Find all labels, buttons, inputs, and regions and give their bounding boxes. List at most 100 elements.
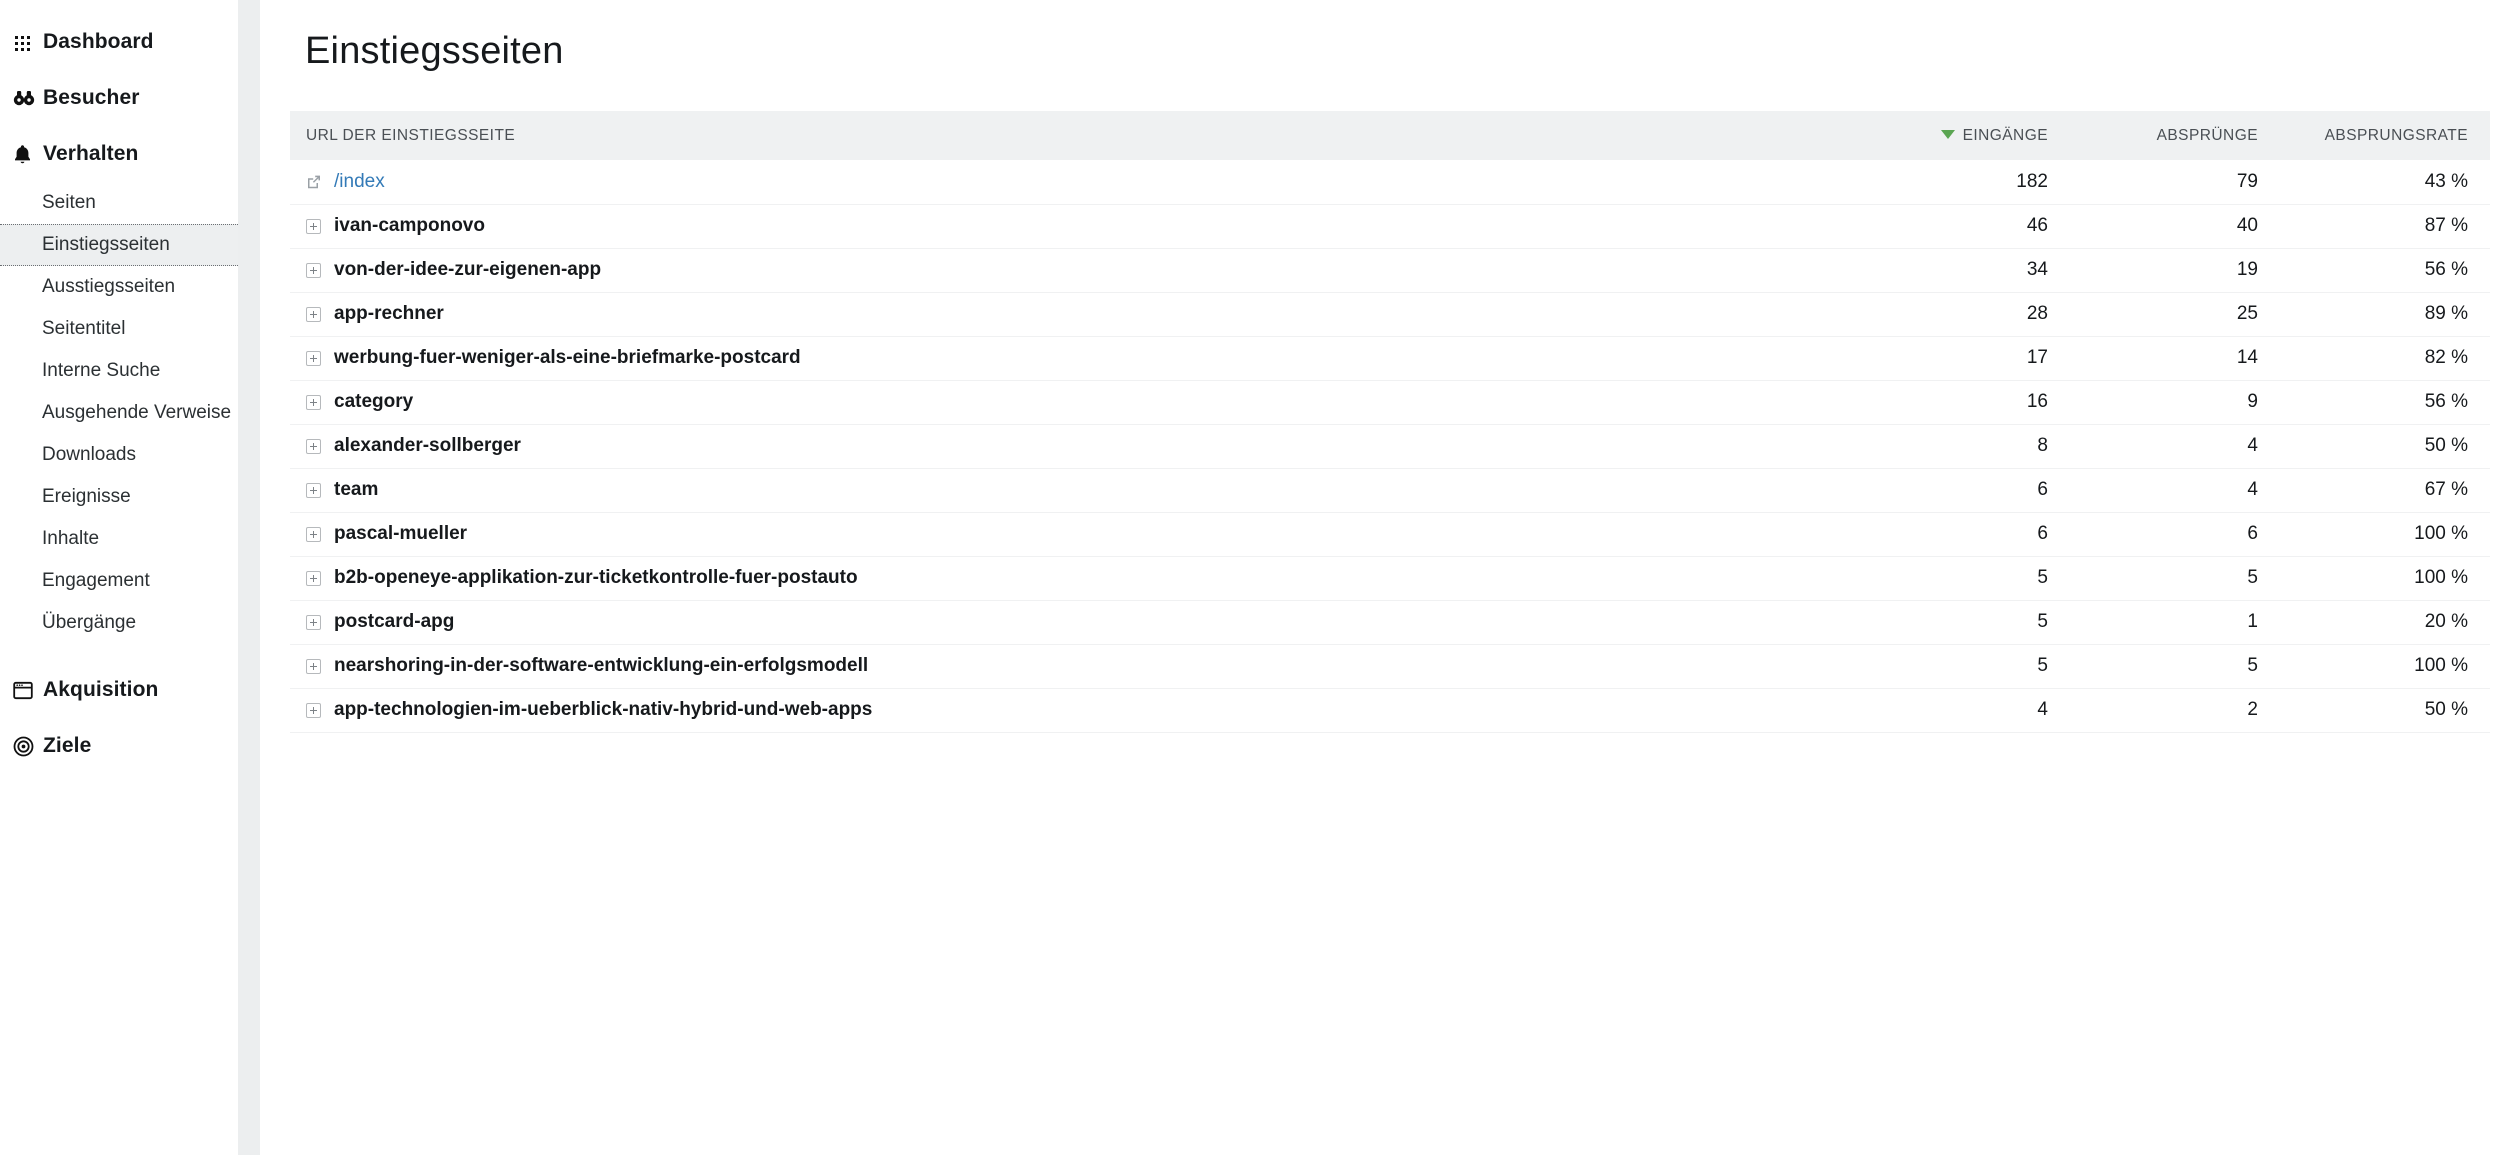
sidebar-item-interne-suche[interactable]: Interne Suche xyxy=(0,350,238,392)
sidebar-item-akquisition[interactable]: Akquisition xyxy=(0,662,238,718)
cell-bounce-rate: 56 % xyxy=(2424,259,2468,280)
sidebar-item-engagement[interactable]: Engagement xyxy=(0,560,238,602)
grid-icon xyxy=(13,33,43,52)
sidebar-item-berg-nge[interactable]: Übergänge xyxy=(0,602,238,644)
sidebar-item-seitentitel[interactable]: Seitentitel xyxy=(0,308,238,350)
cell-bounce-rate: 50 % xyxy=(2424,699,2468,720)
sidebar-item-label: Ausgehende Verweise xyxy=(42,402,232,423)
table-row[interactable]: ivan-camponovo 46 40 87 % xyxy=(290,204,2490,248)
expand-plus-icon[interactable] xyxy=(306,306,321,322)
row-url-link[interactable]: /index xyxy=(334,171,385,193)
expand-plus-icon[interactable] xyxy=(306,526,321,542)
expand-plus-icon[interactable] xyxy=(306,702,321,718)
cell-bounce-rate: 67 % xyxy=(2424,479,2468,500)
sidebar-item-ausstiegsseiten[interactable]: Ausstiegsseiten xyxy=(0,266,238,308)
cell-entries: 34 xyxy=(2026,259,2048,280)
sidebar-item-downloads[interactable]: Downloads xyxy=(0,434,238,476)
table-row[interactable]: nearshoring-in-der-software-entwicklung-… xyxy=(290,644,2490,688)
sidebar-item-label: Ereignisse xyxy=(42,486,131,507)
row-url-label: team xyxy=(334,479,379,500)
table-row[interactable]: category 16 9 56 % xyxy=(290,380,2490,424)
cell-bounce-rate: 87 % xyxy=(2424,215,2468,236)
main-content: Einstiegsseiten URL DER EINSTIEGSSEITE E… xyxy=(260,0,2503,1155)
sidebar-item-inhalte[interactable]: Inhalte xyxy=(0,518,238,560)
cell-entries: 6 xyxy=(2037,523,2048,544)
column-header-bounce-rate[interactable]: ABSPRUNGSRATE xyxy=(2280,111,2490,160)
table-row[interactable]: team 6 4 67 % xyxy=(290,468,2490,512)
sidebar-item-label: Besucher xyxy=(43,86,140,109)
cell-url: werbung-fuer-weniger-als-eine-briefmarke… xyxy=(290,336,1840,380)
sidebar-item-besucher[interactable]: Besucher xyxy=(0,70,238,126)
column-header-url-label: URL DER EINSTIEGSSEITE xyxy=(306,126,516,144)
expand-plus-icon[interactable] xyxy=(306,614,321,630)
cell-entries: 6 xyxy=(2037,479,2048,500)
cell-bounces: 19 xyxy=(2236,259,2258,280)
table-row[interactable]: b2b-openeye-applikation-zur-ticketkontro… xyxy=(290,556,2490,600)
cell-bounces: 4 xyxy=(2247,479,2258,500)
cell-bounces: 4 xyxy=(2247,435,2258,456)
table-row[interactable]: app-rechner 28 25 89 % xyxy=(290,292,2490,336)
row-url-label: nearshoring-in-der-software-entwicklung-… xyxy=(334,655,869,676)
sidebar-item-ausgehende-verweise[interactable]: Ausgehende Verweise xyxy=(0,392,238,434)
sidebar-item-verhalten[interactable]: Verhalten xyxy=(0,126,238,182)
cell-bounce-rate: 20 % xyxy=(2424,611,2468,632)
expand-plus-icon[interactable] xyxy=(306,438,321,454)
sidebar-item-seiten[interactable]: Seiten xyxy=(0,182,238,224)
sidebar-item-einstiegsseiten[interactable]: Einstiegsseiten xyxy=(0,224,238,266)
url-cell-content: ivan-camponovo xyxy=(306,215,1840,237)
cell-bounce-rate: 82 % xyxy=(2424,347,2468,368)
url-cell-content: von-der-idee-zur-eigenen-app xyxy=(306,259,1840,281)
sidebar-item-label: Engagement xyxy=(42,570,150,591)
table-row[interactable]: app-technologien-im-ueberblick-nativ-hyb… xyxy=(290,688,2490,732)
sidebar-item-label: Akquisition xyxy=(43,678,159,701)
row-url-label: ivan-camponovo xyxy=(334,215,485,236)
expand-plus-icon[interactable] xyxy=(306,218,321,234)
window-icon xyxy=(13,681,43,700)
table-row[interactable]: von-der-idee-zur-eigenen-app 34 19 56 % xyxy=(290,248,2490,292)
column-header-url[interactable]: URL DER EINSTIEGSSEITE xyxy=(290,111,1840,160)
url-cell-content: category xyxy=(306,391,1840,413)
sidebar-item-label: Seitentitel xyxy=(42,318,126,339)
sidebar-item-label: Ziele xyxy=(43,734,92,757)
expand-plus-icon[interactable] xyxy=(306,262,321,278)
cell-url: category xyxy=(290,380,1840,424)
external-link-icon[interactable] xyxy=(306,174,322,190)
page-title: Einstiegsseiten xyxy=(305,30,564,72)
column-header-bounces[interactable]: ABSPRÜNGE xyxy=(2070,111,2280,160)
sidebar-item-ereignisse[interactable]: Ereignisse xyxy=(0,476,238,518)
column-header-entries[interactable]: EINGÄNGE xyxy=(1840,111,2070,160)
expand-plus-icon[interactable] xyxy=(306,570,321,586)
url-cell-content: app-rechner xyxy=(306,303,1840,325)
cell-bounces: 25 xyxy=(2236,303,2258,324)
expand-plus-icon[interactable] xyxy=(306,394,321,410)
cell-entries: 182 xyxy=(2016,170,2048,192)
url-cell-content: nearshoring-in-der-software-entwicklung-… xyxy=(306,655,1840,677)
sidebar-item-dashboard[interactable]: Dashboard xyxy=(0,14,238,70)
cell-url: app-technologien-im-ueberblick-nativ-hyb… xyxy=(290,688,1840,732)
sidebar-item-ziele[interactable]: Ziele xyxy=(0,718,238,774)
row-url-label: app-technologien-im-ueberblick-nativ-hyb… xyxy=(334,699,873,720)
row-url-label: von-der-idee-zur-eigenen-app xyxy=(334,259,602,280)
cell-bounces: 5 xyxy=(2247,655,2258,676)
target-icon xyxy=(13,736,43,757)
expand-plus-icon[interactable] xyxy=(306,482,321,498)
table-row[interactable]: postcard-apg 5 1 20 % xyxy=(290,600,2490,644)
table-row[interactable]: /index 182 79 43 % xyxy=(290,160,2490,204)
cell-url: app-rechner xyxy=(290,292,1840,336)
cell-bounce-rate: 43 % xyxy=(2424,170,2468,192)
cell-entries: 4 xyxy=(2037,699,2048,720)
expand-plus-icon[interactable] xyxy=(306,658,321,674)
table-header-row: URL DER EINSTIEGSSEITE EINGÄNGE ABSPRÜNG… xyxy=(290,111,2490,160)
table-row[interactable]: werbung-fuer-weniger-als-eine-briefmarke… xyxy=(290,336,2490,380)
table-row[interactable]: pascal-mueller 6 6 100 % xyxy=(290,512,2490,556)
cell-bounce-rate: 56 % xyxy=(2424,391,2468,412)
sidebar-item-label: Seiten xyxy=(42,192,96,213)
bell-icon xyxy=(13,144,43,165)
cell-bounce-rate: 100 % xyxy=(2414,523,2468,544)
row-url-label: alexander-sollberger xyxy=(334,435,521,456)
sidebar-item-label: Verhalten xyxy=(43,142,139,165)
expand-plus-icon[interactable] xyxy=(306,350,321,366)
row-url-label: category xyxy=(334,391,414,412)
cell-bounces: 40 xyxy=(2236,215,2258,236)
table-row[interactable]: alexander-sollberger 8 4 50 % xyxy=(290,424,2490,468)
